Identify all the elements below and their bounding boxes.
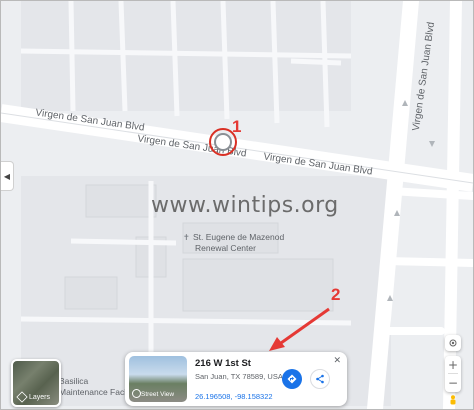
close-card-button[interactable]: ✕	[333, 355, 341, 366]
collapse-side-panel-button[interactable]: ◀	[1, 161, 14, 191]
layers-label: Layers	[29, 394, 51, 401]
layers-button[interactable]: Layers	[11, 359, 61, 407]
dropped-pin-icon[interactable]	[214, 133, 232, 151]
annotation-number-1: 1	[232, 117, 242, 136]
street-view-thumbnail[interactable]: Street View	[129, 356, 187, 402]
place-info-card[interactable]: Street View 216 W 1st St San Juan, TX 78…	[125, 352, 347, 406]
place-label-basilica[interactable]: Basilica	[59, 376, 88, 386]
street-view-label: Street View	[141, 391, 175, 398]
chevron-left-icon: ◀	[3, 171, 11, 181]
street-view-icon	[132, 389, 141, 398]
map-canvas[interactable]: Virgen de San Juan Blvd Virgen de San Ju…	[0, 0, 474, 410]
watermark: www.wintips.org	[151, 193, 339, 218]
place-city: San Juan, TX 78589, USA	[195, 372, 283, 381]
place-coordinates[interactable]: 26.196508, -98.158322	[195, 392, 273, 401]
minus-icon: −	[447, 375, 459, 390]
zoom-controls: + −	[445, 356, 461, 392]
plus-icon: +	[447, 357, 459, 372]
place-label-church-sub[interactable]: Renewal Center	[195, 243, 256, 253]
layers-icon	[16, 391, 28, 403]
place-address[interactable]: 216 W 1st St	[195, 358, 251, 369]
directions-button[interactable]	[282, 369, 302, 389]
church-icon: ✝	[183, 233, 190, 242]
place-label-maintenance[interactable]: Maintenance Facili	[59, 387, 130, 397]
share-button[interactable]	[310, 369, 330, 389]
zoom-in-button[interactable]: +	[445, 356, 461, 373]
share-icon	[316, 374, 324, 384]
place-label-church[interactable]: St. Eugene de Mazenod	[193, 232, 284, 242]
pegman-icon[interactable]	[448, 395, 458, 407]
directions-icon	[287, 374, 297, 384]
zoom-out-button[interactable]: −	[445, 374, 461, 391]
location-target-icon	[449, 339, 457, 347]
annotation-number-2: 2	[331, 285, 341, 304]
my-location-button[interactable]	[445, 335, 461, 351]
